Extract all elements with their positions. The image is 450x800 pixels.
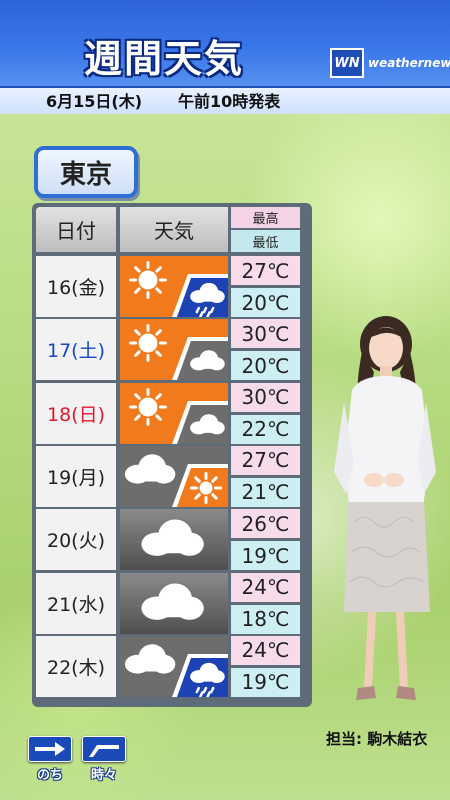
row-low-temp: 22℃ <box>231 414 300 444</box>
weather-icon-cell <box>120 445 228 507</box>
row-high-temp: 24℃ <box>231 572 300 602</box>
header-weather: 天気 <box>120 207 228 252</box>
row-low-temp: 20℃ <box>231 351 300 381</box>
next-label: のち <box>36 768 63 783</box>
sometimes-icon <box>82 736 126 762</box>
weather-icon-cell <box>120 382 228 444</box>
forecast-row: 20(火) 26℃ 19℃ <box>36 509 300 571</box>
header-date: 日付 <box>36 207 116 252</box>
issued-time: 午前10時発表 <box>178 92 281 111</box>
header-high: 最高 <box>231 207 300 228</box>
weather-icon-cell <box>120 256 228 317</box>
next-button[interactable]: のち <box>28 736 72 783</box>
row-date: 20(火) <box>36 509 116 571</box>
row-high-temp: 24℃ <box>231 635 300 665</box>
logo-brand-text: weathernews <box>368 56 450 70</box>
row-date: 18(日) <box>36 382 116 444</box>
presenter-credit: 担当: 駒木結衣 <box>326 730 428 748</box>
row-low-temp: 20℃ <box>231 288 300 317</box>
sometimes-label: 時々 <box>90 768 117 783</box>
row-date: 22(木) <box>36 635 116 697</box>
header-banner: 週間天気 6月15日(木) 午前10時発表 WN weathernews <box>0 0 450 114</box>
forecast-date: 6月15日(木) <box>46 92 143 111</box>
row-high-temp: 27℃ <box>231 256 300 285</box>
presenter-figure <box>330 312 440 716</box>
row-high-temp: 30℃ <box>231 382 300 412</box>
sometimes-button[interactable]: 時々 <box>82 736 126 783</box>
forecast-row: 22(木) 24℃ 19℃ <box>36 635 300 697</box>
row-high-temp: 26℃ <box>231 509 300 539</box>
row-high-temp: 30℃ <box>231 319 300 349</box>
forecast-row: 18(日) 30℃ 22℃ <box>36 382 300 444</box>
weather-icon-cell <box>120 509 228 571</box>
forecast-table: 日付 天気 最高 最低 16(金) 27℃ 20℃ 17(土) 30℃ 20℃ 18(日… <box>32 203 312 707</box>
page-title: 週間天気 <box>84 37 245 81</box>
weathernews-logo: WN weathernews <box>330 48 450 78</box>
weather-icon-cell <box>120 635 228 697</box>
row-date: 17(土) <box>36 319 116 381</box>
row-date: 16(金) <box>36 256 116 317</box>
row-date: 19(月) <box>36 445 116 507</box>
forecast-row: 17(土) 30℃ 20℃ <box>36 319 300 381</box>
weather-icon-cell <box>120 319 228 381</box>
row-high-temp: 27℃ <box>231 445 300 475</box>
arrow-right-icon <box>28 736 72 762</box>
row-low-temp: 19℃ <box>231 667 300 697</box>
forecast-row: 19(月) 27℃ 21℃ <box>36 445 300 507</box>
row-date: 21(水) <box>36 572 116 634</box>
row-low-temp: 19℃ <box>231 541 300 571</box>
weather-icon-cell <box>120 572 228 634</box>
forecast-row: 16(金) 27℃ 20℃ <box>36 256 300 317</box>
wn-logo-mark: WN <box>330 48 364 78</box>
row-low-temp: 18℃ <box>231 604 300 634</box>
forecast-row: 21(水) 24℃ 18℃ <box>36 572 300 634</box>
header-low: 最低 <box>231 230 300 252</box>
city-label: 東京 <box>34 146 138 198</box>
row-low-temp: 21℃ <box>231 477 300 507</box>
